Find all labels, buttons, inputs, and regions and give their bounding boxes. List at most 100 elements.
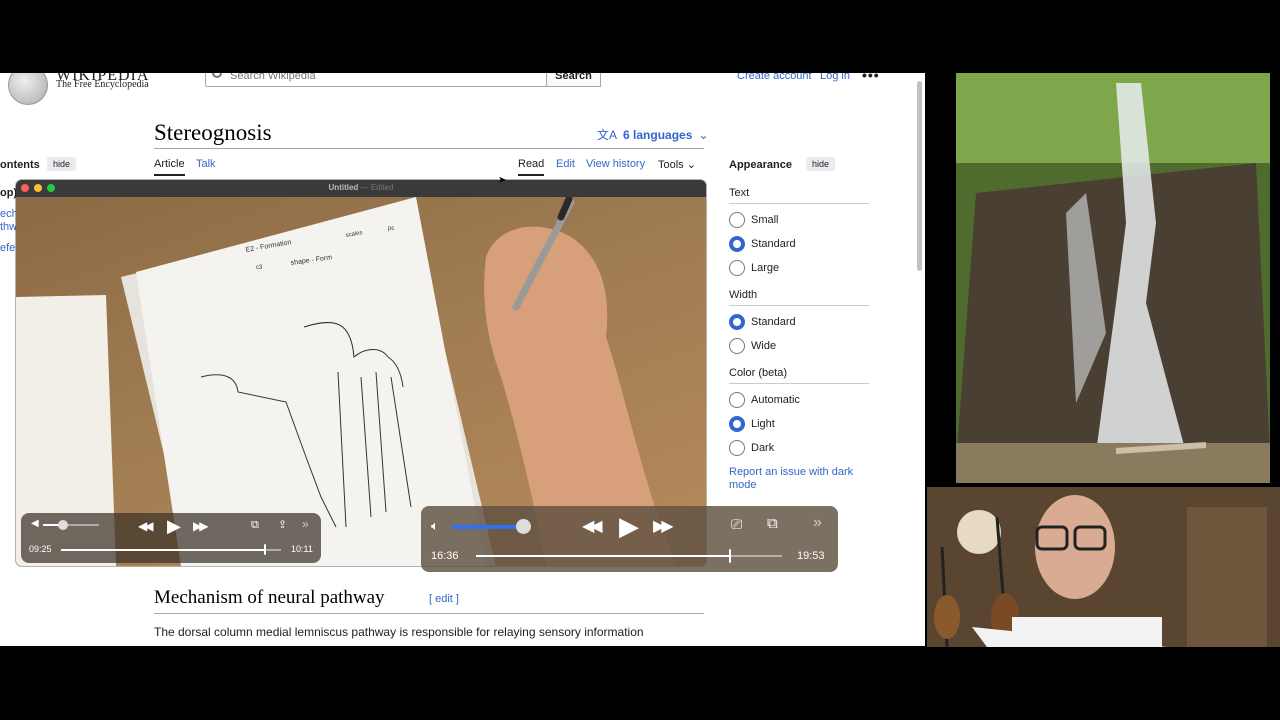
volume-icon[interactable]: 🔈︎ <box>431 518 439 534</box>
rewind-icon[interactable]: ◀◀ <box>582 516 603 536</box>
fast-forward-icon[interactable]: ▶▶ <box>193 519 209 533</box>
translate-icon: 文A <box>597 128 618 142</box>
radio-text-small[interactable]: Small <box>729 212 779 228</box>
fast-forward-icon[interactable]: ▶▶ <box>653 516 674 536</box>
radio-text-large[interactable]: Large <box>729 260 779 276</box>
title-divider <box>154 148 704 149</box>
scrubber-fill <box>476 555 730 557</box>
wikipedia-globe-icon[interactable] <box>8 73 48 105</box>
radio-button[interactable] <box>729 440 745 456</box>
scrubber-playhead[interactable] <box>728 549 731 563</box>
tab-article[interactable]: Article <box>154 158 185 176</box>
whiteboard-note: pc <box>388 226 394 232</box>
volume-knob[interactable] <box>515 519 531 534</box>
toc-item-pathway[interactable]: thw <box>0 221 17 233</box>
total-time: 10:11 <box>291 544 313 554</box>
tab-view-history[interactable]: View history <box>586 158 645 170</box>
radio-label: Light <box>751 418 775 430</box>
more-menu-icon[interactable]: ••• <box>862 73 880 83</box>
divider <box>729 203 869 204</box>
more-options-icon[interactable]: » <box>302 517 309 531</box>
scrubber-playhead[interactable] <box>263 544 266 555</box>
radio-button[interactable] <box>729 212 745 228</box>
lamp-light <box>957 510 1001 554</box>
window-titlebar[interactable]: Untitled — Edited <box>16 180 706 197</box>
play-icon[interactable]: ▶ <box>619 511 639 542</box>
section-heading: Mechanism of neural pathway <box>154 587 385 608</box>
closet-door <box>1187 507 1267 647</box>
appearance-hide-button[interactable]: hide <box>806 157 836 171</box>
share-icon[interactable]: ⇪ <box>278 518 287 531</box>
volume-icon[interactable]: ◀ <box>31 518 39 529</box>
page-title: Stereognosis <box>154 120 272 145</box>
small-player-controls: ◀ ◀◀ ▶ ▶▶ ⧉ ⇪ » 09:25 10:11 <box>21 513 321 563</box>
tab-talk[interactable]: Talk <box>196 158 216 170</box>
radio-label: Standard <box>751 238 796 250</box>
pool <box>956 443 1270 483</box>
languages-button[interactable]: 文A 6 languages ⌄ <box>597 126 708 143</box>
radio-button[interactable] <box>729 392 745 408</box>
radio-width-standard[interactable]: Standard <box>729 314 796 330</box>
radio-label: Standard <box>751 316 796 328</box>
airplay-icon[interactable]: ⎚ <box>731 516 742 533</box>
radio-label: Wide <box>751 340 777 352</box>
tab-edit[interactable]: Edit <box>556 158 575 170</box>
person-torso <box>1012 617 1162 647</box>
wikipedia-tagline: The Free Encyclopedia <box>56 79 149 90</box>
tab-tools[interactable]: Tools ⌄ <box>658 158 696 171</box>
large-player-controls: 🔈︎ ◀◀ ▶ ▶▶ ⎚ ⧉ » 16:36 19:53 <box>421 506 838 572</box>
radio-button[interactable] <box>729 338 745 354</box>
play-icon[interactable]: ▶ <box>167 516 181 537</box>
create-account-link[interactable]: Create account <box>737 73 812 82</box>
page-scrollbar[interactable] <box>917 81 922 271</box>
divider <box>729 305 869 306</box>
radio-color-dark[interactable]: Dark <box>729 440 774 456</box>
scrubber-fill <box>61 549 265 551</box>
radio-label: Automatic <box>751 394 800 406</box>
search-field[interactable] <box>205 73 547 87</box>
section-edit-link[interactable]: [ edit ] <box>429 593 459 605</box>
tab-read[interactable]: Read <box>518 158 545 176</box>
radio-color-light[interactable]: Light <box>729 416 775 432</box>
volume-knob[interactable] <box>57 520 68 530</box>
search-input[interactable] <box>230 73 530 82</box>
contents-heading: ontents <box>0 159 40 171</box>
picture-in-picture-icon[interactable]: ⧉ <box>767 515 778 532</box>
article-paragraph: The dorsal column medial lemniscus pathw… <box>154 625 644 639</box>
volume-slider[interactable] <box>43 524 99 526</box>
canopy <box>956 73 1270 163</box>
picture-in-picture-icon[interactable]: ⧉ <box>251 519 259 532</box>
contents-hide-button[interactable]: hide <box>47 157 77 171</box>
toc-item-top[interactable]: op) <box>0 187 17 199</box>
width-label: Width <box>729 289 758 301</box>
volume-fill <box>452 525 524 529</box>
mouse-cursor-icon: ➤ <box>498 175 507 186</box>
radio-button-selected[interactable] <box>729 416 745 432</box>
languages-label: 6 languages <box>623 128 693 142</box>
whiteboard-note: c3 <box>256 265 263 271</box>
radio-color-automatic[interactable]: Automatic <box>729 392 800 408</box>
guitar-body <box>934 595 960 639</box>
search-icon <box>212 73 222 78</box>
more-options-icon[interactable]: » <box>813 514 822 532</box>
radio-button-selected[interactable] <box>729 314 745 330</box>
elapsed-time: 09:25 <box>29 544 52 554</box>
window-title: Untitled — Edited <box>16 183 706 192</box>
waterfall-image <box>956 73 1270 483</box>
report-dark-mode-link[interactable]: Report an issue with dark mode <box>729 466 879 492</box>
radio-label: Small <box>751 214 779 226</box>
chevron-down-icon: ⌄ <box>686 159 696 171</box>
divider <box>729 383 869 384</box>
radio-label: Large <box>751 262 780 274</box>
login-link[interactable]: Log in <box>820 73 850 82</box>
search-button[interactable]: Search <box>546 73 601 87</box>
section-divider <box>154 613 704 614</box>
toc-item-references[interactable]: efe <box>0 242 15 254</box>
radio-width-wide[interactable]: Wide <box>729 338 776 354</box>
radio-text-standard[interactable]: Standard <box>729 236 796 252</box>
rewind-icon[interactable]: ◀◀ <box>138 519 154 533</box>
radio-button[interactable] <box>729 260 745 276</box>
scrubber[interactable] <box>476 555 782 557</box>
scrubber[interactable] <box>61 549 281 551</box>
radio-button-selected[interactable] <box>729 236 745 252</box>
